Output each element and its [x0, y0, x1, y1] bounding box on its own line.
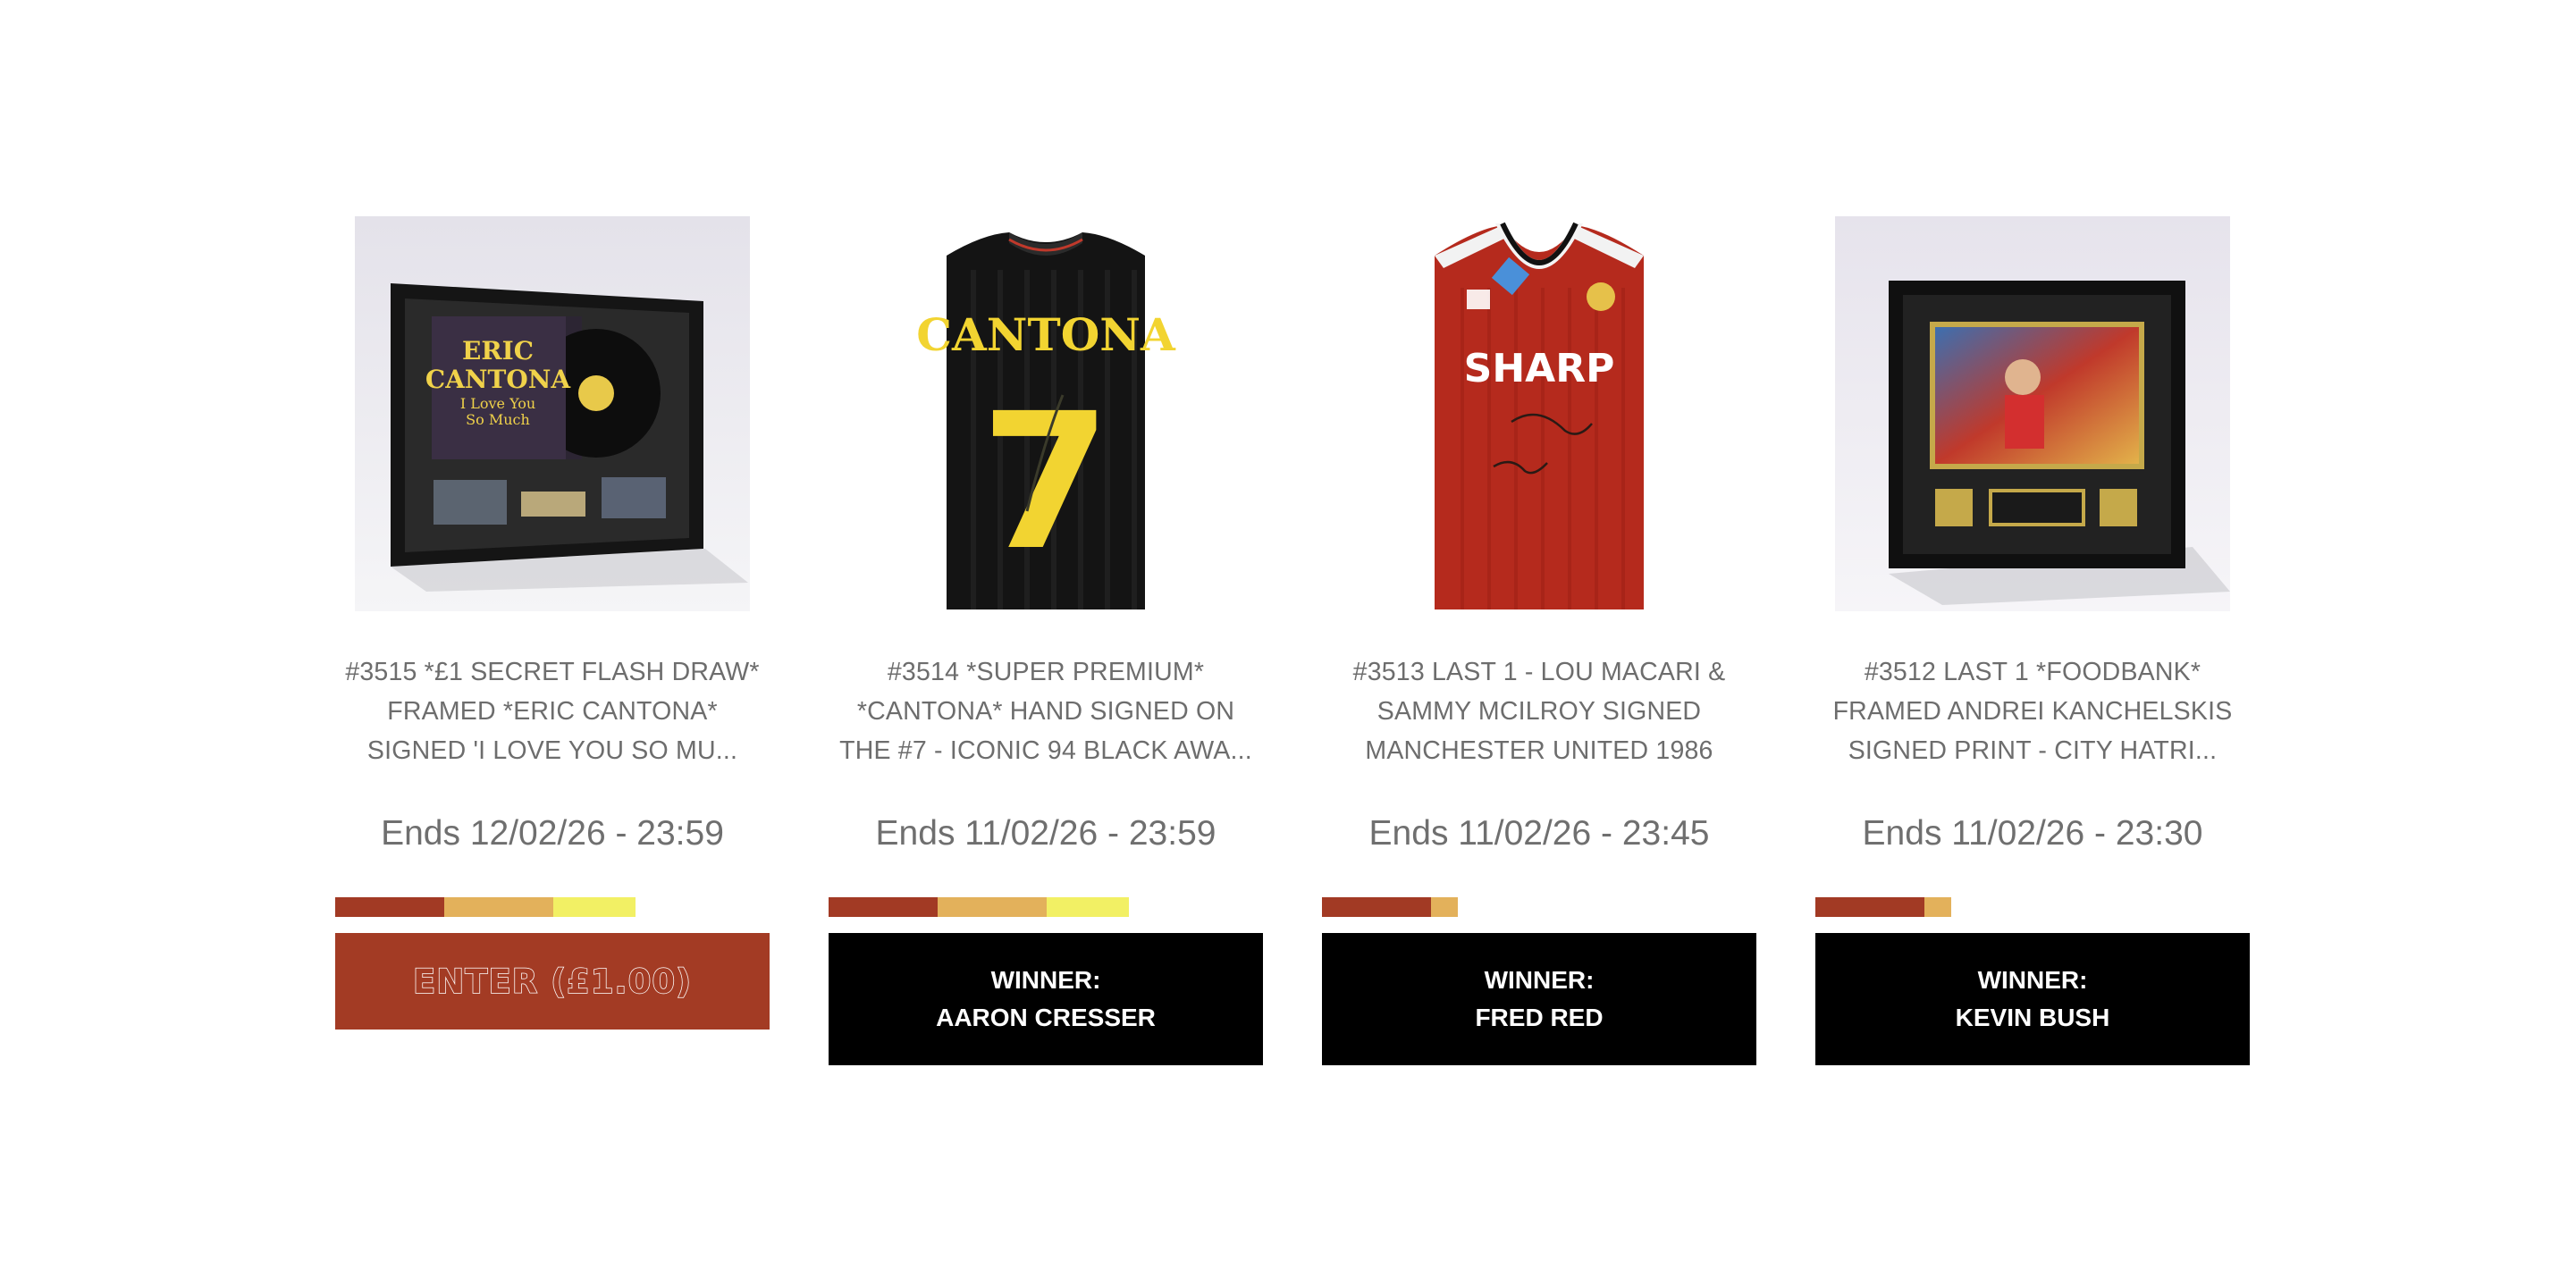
progress-segment: [938, 897, 1047, 917]
competition-title[interactable]: #3515 *£1 SECRET FLASH DRAW* FRAMED *ERI…: [335, 652, 770, 770]
end-date: Ends 11/02/26 - 23:30: [1862, 814, 2203, 853]
winner-box: WINNER: AARON CRESSER: [829, 933, 1263, 1065]
competition-card[interactable]: SHARP #3513 LAST 1 - LOU MACARI & SAMMY …: [1322, 216, 1756, 1065]
progress-bar: [1815, 897, 2250, 917]
end-date: Ends 11/02/26 - 23:45: [1368, 814, 1710, 853]
competition-title[interactable]: #3513 LAST 1 - LOU MACARI & SAMMY MCILRO…: [1322, 652, 1756, 770]
progress-segment: [444, 897, 553, 917]
progress-segment: [1924, 897, 1951, 917]
winner-label: WINNER:: [1977, 966, 2088, 994]
progress-segment: [829, 897, 938, 917]
end-date: Ends 12/02/26 - 23:59: [381, 814, 724, 853]
framed-photo-image[interactable]: [1835, 216, 2230, 611]
competition-title[interactable]: #3514 *SUPER PREMIUM* *CANTONA* HAND SIG…: [829, 652, 1263, 770]
progress-segment: [1815, 897, 1924, 917]
svg-text:So Much: So Much: [466, 411, 530, 428]
progress-segment: [1322, 897, 1431, 917]
svg-text:CANTONA: CANTONA: [425, 365, 571, 394]
winner-name: KEVIN BUSH: [1955, 1004, 2110, 1031]
progress-bar: [829, 897, 1263, 917]
framed-vinyl-record-image[interactable]: ERIC CANTONA I Love You So Much: [355, 216, 750, 611]
competition-card[interactable]: #3512 LAST 1 *FOODBANK* FRAMED ANDREI KA…: [1815, 216, 2250, 1065]
progress-segment: [1047, 897, 1129, 917]
competitions-grid: ERIC CANTONA I Love You So Much #3515 *£…: [335, 216, 2268, 1065]
winner-box: WINNER: KEVIN BUSH: [1815, 933, 2250, 1065]
winner-label: WINNER:: [990, 966, 1101, 994]
svg-text:ERIC: ERIC: [462, 336, 534, 366]
red-shirt-image[interactable]: SHARP: [1342, 216, 1737, 611]
competition-title[interactable]: #3512 LAST 1 *FOODBANK* FRAMED ANDREI KA…: [1815, 652, 2250, 770]
svg-text:CANTONA: CANTONA: [916, 308, 1176, 361]
winner-box: WINNER: FRED RED: [1322, 933, 1756, 1065]
progress-bar: [1322, 897, 1756, 917]
svg-text:SHARP: SHARP: [1464, 346, 1615, 391]
winner-label: WINNER:: [1484, 966, 1595, 994]
black-shirt-image[interactable]: CANTONA 7: [848, 216, 1243, 611]
end-date: Ends 11/02/26 - 23:59: [875, 814, 1216, 853]
enter-button[interactable]: ENTER (£1.00): [335, 933, 770, 1030]
svg-text:I Love You: I Love You: [460, 395, 535, 412]
svg-text:7: 7: [981, 373, 1111, 592]
competition-card[interactable]: CANTONA 7 #3514 *SUPER PREMIUM* *CANTONA…: [829, 216, 1263, 1065]
progress-segment: [335, 897, 444, 917]
progress-bar: [335, 897, 770, 917]
winner-name: FRED RED: [1475, 1004, 1604, 1031]
progress-segment: [553, 897, 636, 917]
winner-name: AARON CRESSER: [936, 1004, 1156, 1031]
competition-card[interactable]: ERIC CANTONA I Love You So Much #3515 *£…: [335, 216, 770, 1065]
progress-segment: [1431, 897, 1458, 917]
